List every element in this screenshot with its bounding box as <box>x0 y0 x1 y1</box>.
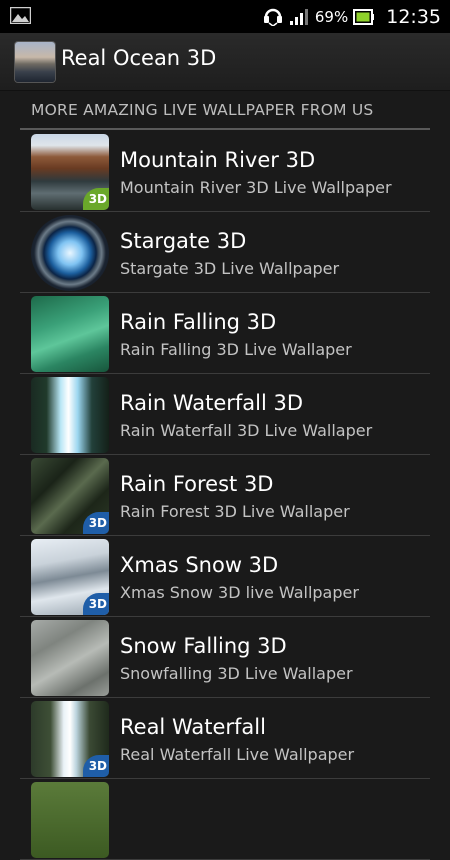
wallpaper-thumbnail <box>31 782 109 858</box>
wallpaper-thumbnail <box>31 215 109 291</box>
item-subtitle: Rain Forest 3D Live Wallaper <box>120 502 350 521</box>
wallpaper-thumbnail: 3D <box>31 539 109 615</box>
badge-3d: 3D <box>83 512 109 534</box>
item-title: Rain Falling 3D <box>120 310 277 334</box>
section-divider <box>20 128 430 130</box>
battery-icon <box>353 8 375 25</box>
list-item[interactable]: Snow Falling 3D Snowfalling 3D Live Wall… <box>0 617 450 698</box>
item-subtitle: Snowfalling 3D Live Wallaper <box>120 664 353 683</box>
wallpaper-thumbnail: 3D <box>31 458 109 534</box>
item-subtitle: Real Waterfall Live Wallpaper <box>120 745 355 764</box>
app-icon[interactable] <box>15 42 55 82</box>
wallpaper-thumbnail: 3D <box>31 134 109 210</box>
headset-icon <box>263 8 282 26</box>
list-item[interactable]: Stargate 3D Stargate 3D Live Wallpaper <box>0 212 450 293</box>
status-bar: 69% 12:35 <box>0 0 450 33</box>
list-item[interactable]: Rain Falling 3D Rain Falling 3D Live Wal… <box>0 293 450 374</box>
wallpaper-thumbnail <box>31 296 109 372</box>
item-title: Mountain River 3D <box>120 148 316 172</box>
item-title: Stargate 3D <box>120 229 247 253</box>
wallpaper-thumbnail <box>31 377 109 453</box>
badge-3d: 3D <box>83 593 109 615</box>
list-item[interactable]: 3D Mountain River 3D Mountain River 3D L… <box>0 131 450 212</box>
list-item[interactable]: 3D Xmas Snow 3D Xmas Snow 3D live Wallpa… <box>0 536 450 617</box>
list-item[interactable]: Rain Waterfall 3D Rain Waterfall 3D Live… <box>0 374 450 455</box>
section-header: MORE AMAZING LIVE WALLPAPER FROM US <box>31 101 374 119</box>
item-title: Real Waterfall <box>120 715 266 739</box>
list-item[interactable] <box>0 779 450 860</box>
item-subtitle: Mountain River 3D Live Wallpaper <box>120 178 392 197</box>
list-item[interactable]: 3D Real Waterfall Real Waterfall Live Wa… <box>0 698 450 779</box>
signal-icon <box>289 8 308 25</box>
item-title: Xmas Snow 3D <box>120 553 279 577</box>
item-title: Rain Forest 3D <box>120 472 274 496</box>
action-bar: Real Ocean 3D <box>0 33 450 91</box>
badge-3d: 3D <box>83 755 109 777</box>
item-title: Snow Falling 3D <box>120 634 287 658</box>
list-item[interactable]: 3D Rain Forest 3D Rain Forest 3D Live Wa… <box>0 455 450 536</box>
wallpaper-list: 3D Mountain River 3D Mountain River 3D L… <box>0 131 450 860</box>
item-title: Rain Waterfall 3D <box>120 391 304 415</box>
item-subtitle: Rain Falling 3D Live Wallaper <box>120 340 352 359</box>
item-subtitle: Stargate 3D Live Wallpaper <box>120 259 340 278</box>
item-subtitle: Rain Waterfall 3D Live Wallaper <box>120 421 373 440</box>
item-subtitle: Xmas Snow 3D live Wallpaper <box>120 583 359 602</box>
clock: 12:35 <box>386 5 441 28</box>
battery-percent: 69% <box>314 7 349 26</box>
gallery-icon <box>10 7 31 24</box>
app-title: Real Ocean 3D <box>61 46 217 70</box>
badge-3d: 3D <box>83 188 109 210</box>
wallpaper-thumbnail: 3D <box>31 701 109 777</box>
wallpaper-thumbnail <box>31 620 109 696</box>
